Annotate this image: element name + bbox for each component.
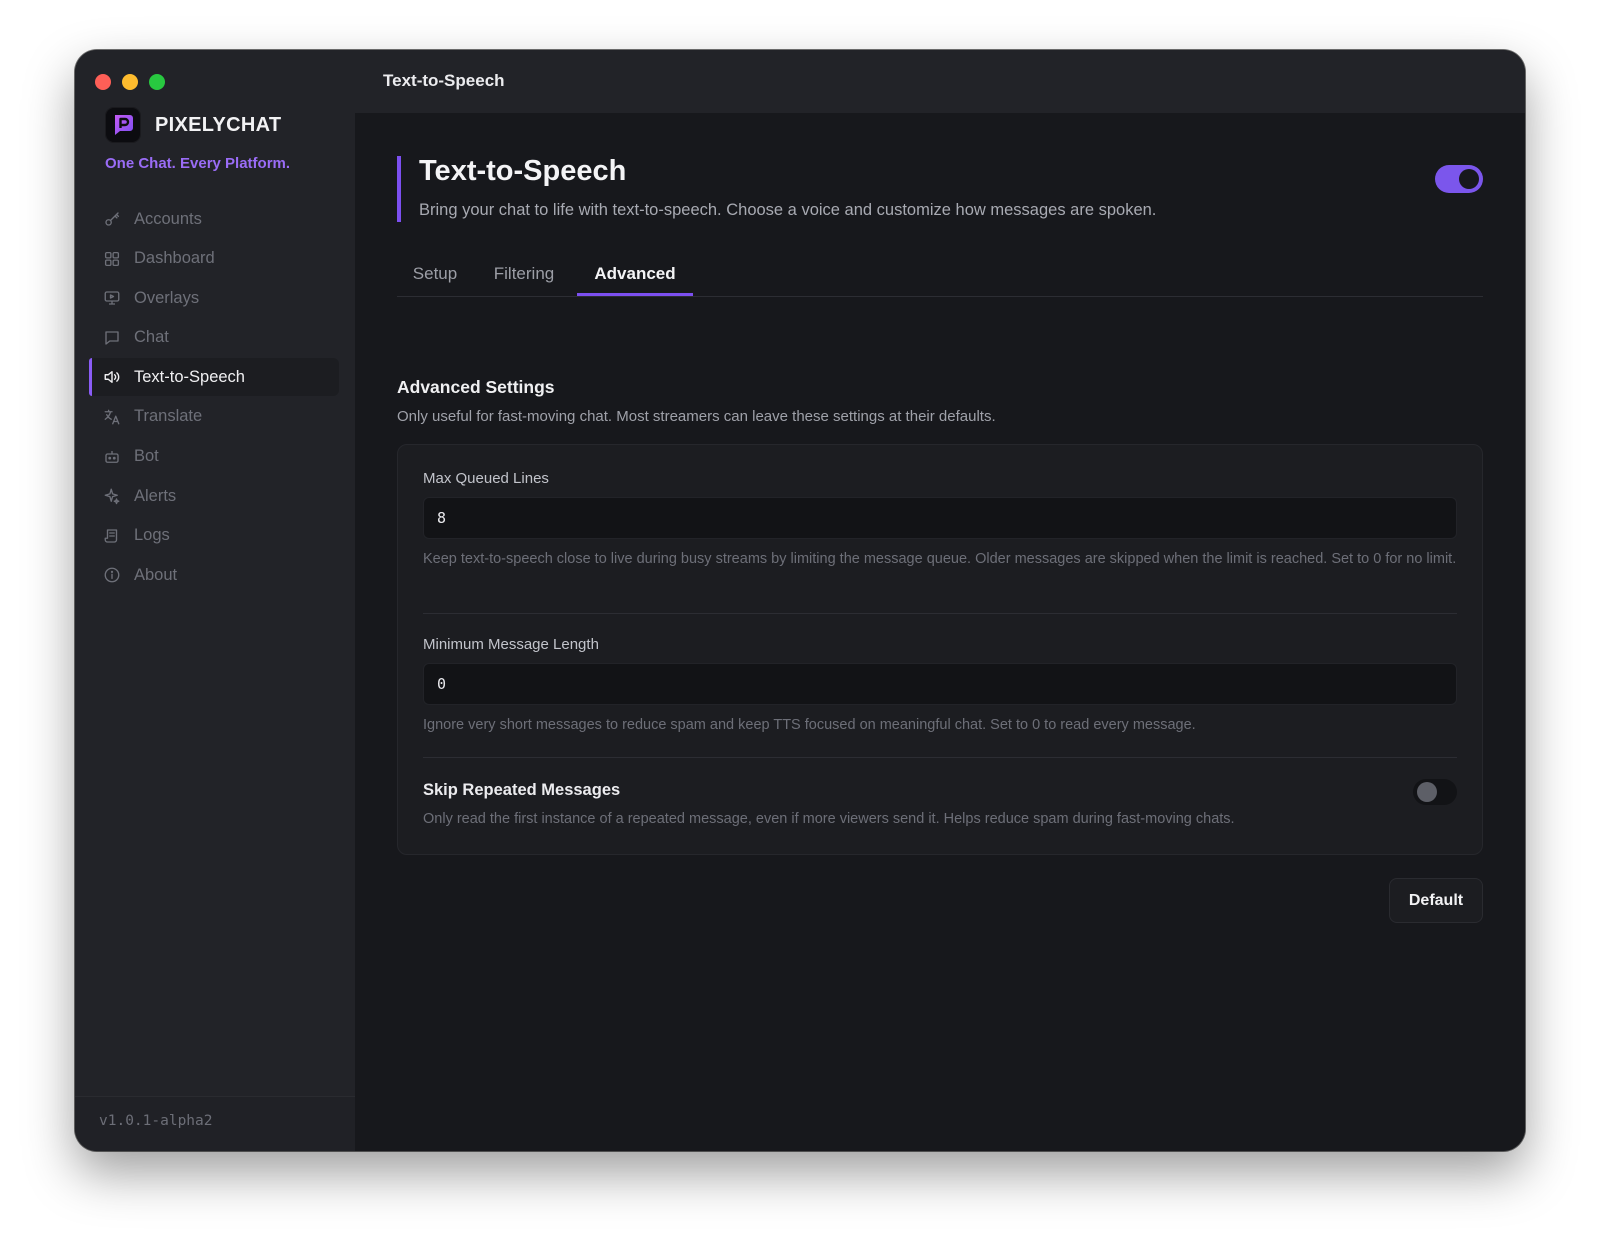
- sparkle-icon: [102, 486, 122, 506]
- page-title: Text-to-Speech: [419, 155, 627, 187]
- sidebar-item-logs[interactable]: Logs: [89, 517, 339, 555]
- max-queued-lines-input[interactable]: [423, 497, 1457, 539]
- brand-tagline: One Chat. Every Platform.: [105, 155, 291, 172]
- skip-repeated-messages-help: Only read the first instance of a repeat…: [423, 811, 1235, 827]
- toggle-knob: [1459, 169, 1479, 189]
- page-header: Text-to-Speech Bring your chat to life w…: [397, 156, 1483, 222]
- brand: PIXELYCHAT: [105, 107, 281, 143]
- close-window-button[interactable]: [95, 74, 111, 90]
- sidebar-footer: v1.0.1-alpha2: [75, 1096, 355, 1151]
- window-title: Text-to-Speech: [383, 71, 505, 90]
- window-controls: [95, 74, 165, 90]
- tts-enabled-toggle[interactable]: [1435, 165, 1483, 193]
- main-content: Text-to-Speech Bring your chat to life w…: [355, 113, 1525, 1151]
- info-icon: [102, 565, 122, 585]
- app-window: PIXELYCHAT One Chat. Every Platform. Acc…: [75, 50, 1525, 1151]
- monitor-icon: [102, 288, 122, 308]
- sidebar-item-accounts[interactable]: Accounts: [89, 200, 339, 238]
- sidebar-item-label: Text-to-Speech: [134, 367, 245, 386]
- brand-name: PIXELYCHAT: [155, 113, 282, 136]
- sidebar-item-label: Chat: [134, 328, 169, 347]
- chat-bubble-icon: [102, 328, 122, 348]
- divider: [423, 757, 1457, 758]
- bot-icon: [102, 447, 122, 467]
- sidebar-nav: Accounts Dashboard Overlays Chat Text-to…: [89, 200, 339, 596]
- sidebar-item-chat[interactable]: Chat: [89, 319, 339, 357]
- maximize-window-button[interactable]: [149, 74, 165, 90]
- sidebar-item-label: Dashboard: [134, 249, 215, 268]
- minimum-message-length-input[interactable]: [423, 663, 1457, 705]
- tab-advanced[interactable]: Advanced: [577, 256, 693, 296]
- sidebar-item-translate[interactable]: Translate: [89, 398, 339, 436]
- app-version: v1.0.1-alpha2: [99, 1113, 213, 1129]
- grid-icon: [102, 249, 122, 269]
- pixelychat-logo-icon: [105, 107, 141, 143]
- scroll-icon: [102, 526, 122, 546]
- sidebar-item-label: Translate: [134, 407, 203, 426]
- tab-bar: Setup Filtering Advanced: [397, 256, 1483, 297]
- sidebar-item-label: Bot: [134, 447, 159, 466]
- key-icon: [102, 209, 122, 229]
- sidebar-item-label: About: [134, 565, 178, 584]
- sidebar-item-about[interactable]: About: [89, 556, 339, 594]
- advanced-settings-card: Max Queued Lines Keep text-to-speech clo…: [397, 444, 1483, 855]
- translate-icon: [102, 407, 122, 427]
- minimize-window-button[interactable]: [122, 74, 138, 90]
- tab-filtering[interactable]: Filtering: [481, 256, 567, 296]
- skip-repeated-messages-toggle[interactable]: [1413, 779, 1457, 805]
- sidebar-item-label: Alerts: [134, 486, 177, 505]
- toggle-knob: [1417, 782, 1437, 802]
- sidebar-item-bot[interactable]: Bot: [89, 438, 339, 476]
- section-description: Only useful for fast-moving chat. Most s…: [397, 408, 996, 425]
- default-button[interactable]: Default: [1389, 878, 1483, 923]
- sidebar: PIXELYCHAT One Chat. Every Platform. Acc…: [75, 50, 355, 1151]
- titlebar: Text-to-Speech: [355, 50, 1525, 113]
- sidebar-item-overlays[interactable]: Overlays: [89, 279, 339, 317]
- sidebar-item-label: Accounts: [134, 209, 202, 228]
- minimum-message-length-help: Ignore very short messages to reduce spa…: [423, 717, 1196, 733]
- sidebar-item-alerts[interactable]: Alerts: [89, 477, 339, 515]
- skip-repeated-messages-label: Skip Repeated Messages: [423, 781, 621, 799]
- max-queued-lines-label: Max Queued Lines: [423, 470, 549, 487]
- max-queued-lines-help: Keep text-to-speech close to live during…: [423, 551, 1457, 567]
- divider: [423, 613, 1457, 614]
- sidebar-item-dashboard[interactable]: Dashboard: [89, 240, 339, 278]
- sidebar-item-label: Overlays: [134, 288, 200, 307]
- section-title: Advanced Settings: [397, 377, 555, 397]
- speaker-icon: [102, 367, 122, 387]
- tab-setup[interactable]: Setup: [397, 256, 473, 296]
- page-subtitle: Bring your chat to life with text-to-spe…: [419, 201, 1157, 219]
- sidebar-item-text-to-speech[interactable]: Text-to-Speech: [89, 358, 339, 397]
- sidebar-item-label: Logs: [134, 526, 170, 545]
- minimum-message-length-label: Minimum Message Length: [423, 636, 599, 653]
